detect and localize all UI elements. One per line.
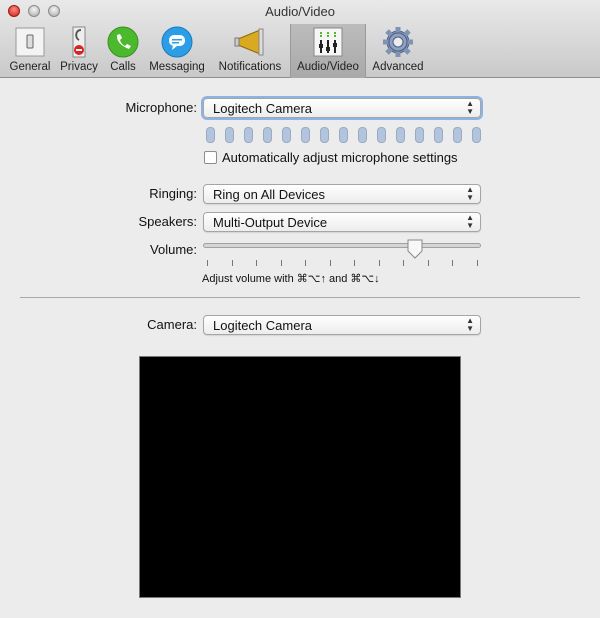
- volume-ticks: [207, 260, 478, 266]
- mic-level-segment: [434, 127, 443, 143]
- volume-tick: [354, 260, 356, 266]
- microphone-value: Logitech Camera: [213, 101, 312, 116]
- mic-level-segment: [282, 127, 291, 143]
- tab-label: Notifications: [218, 61, 282, 73]
- tab-label: Audio/Video: [297, 61, 359, 73]
- volume-slider-thumb[interactable]: [407, 239, 423, 259]
- volume-slider-track[interactable]: [203, 243, 481, 248]
- speakers-label: Speakers:: [138, 214, 197, 229]
- updown-arrows-icon: ▲ ▼: [466, 213, 474, 230]
- mic-level-segment: [339, 127, 348, 143]
- mic-level-segment: [301, 127, 310, 143]
- volume-tick: [256, 260, 258, 266]
- volume-tick: [329, 260, 331, 266]
- tab-label: Privacy: [60, 61, 98, 73]
- tab-general[interactable]: General: [4, 24, 56, 78]
- mic-level-segment: [206, 127, 215, 143]
- tab-label: Messaging: [149, 61, 205, 73]
- volume-tick: [305, 260, 307, 266]
- privacy-icon: [63, 26, 95, 58]
- tab-label: Calls: [110, 61, 136, 73]
- volume-tick: [378, 260, 380, 266]
- tab-messaging[interactable]: Messaging: [146, 24, 208, 78]
- volume-tick: [231, 260, 233, 266]
- window-title: Audio/Video: [265, 4, 335, 19]
- mic-level-segment: [472, 127, 481, 143]
- mixer-icon: [312, 26, 344, 58]
- megaphone-icon: [234, 26, 266, 58]
- mic-level-segment: [225, 127, 234, 143]
- volume-label: Volume:: [150, 242, 197, 257]
- updown-arrows-icon: ▲ ▼: [466, 99, 474, 116]
- chat-bubble-icon: [161, 26, 193, 58]
- tab-privacy[interactable]: Privacy: [58, 24, 100, 78]
- updown-arrows-icon: ▲ ▼: [466, 185, 474, 202]
- speakers-value: Multi-Output Device: [213, 215, 328, 230]
- volume-tick: [280, 260, 282, 266]
- mic-level-meter: [206, 127, 481, 143]
- speakers-select[interactable]: Multi-Output Device ▲ ▼: [203, 212, 481, 232]
- updown-arrows-icon: ▲ ▼: [466, 316, 474, 333]
- title-bar: Audio/Video General Privacy Calls Messag…: [0, 0, 600, 78]
- general-switch-icon: [14, 26, 46, 58]
- camera-value: Logitech Camera: [213, 318, 312, 333]
- mic-level-segment: [244, 127, 253, 143]
- tab-label: Advanced: [372, 61, 424, 73]
- mic-level-segment: [415, 127, 424, 143]
- volume-tick: [403, 260, 405, 266]
- volume-tick: [207, 260, 208, 266]
- separator: [20, 297, 580, 298]
- volume-tick: [452, 260, 454, 266]
- gear-icon: [382, 26, 414, 58]
- volume-tick: [477, 260, 478, 266]
- camera-preview: [139, 356, 461, 598]
- tab-audio-video[interactable]: Audio/Video: [290, 24, 366, 78]
- ringing-value: Ring on All Devices: [213, 187, 325, 202]
- mic-level-segment: [263, 127, 272, 143]
- mic-level-segment: [377, 127, 386, 143]
- tab-calls[interactable]: Calls: [104, 24, 142, 78]
- mic-level-segment: [358, 127, 367, 143]
- tab-notifications[interactable]: Notifications: [212, 24, 288, 78]
- ringing-label: Ringing:: [149, 186, 197, 201]
- auto-adjust-checkbox[interactable]: [204, 151, 217, 164]
- mic-level-segment: [320, 127, 329, 143]
- tab-advanced[interactable]: Advanced: [368, 24, 428, 78]
- volume-tick: [427, 260, 429, 266]
- volume-hint: Adjust volume with ⌘⌥↑ and ⌘⌥↓: [202, 273, 380, 285]
- tab-label: General: [9, 61, 51, 73]
- ringing-select[interactable]: Ring on All Devices ▲ ▼: [203, 184, 481, 204]
- camera-select[interactable]: Logitech Camera ▲ ▼: [203, 315, 481, 335]
- auto-adjust-label[interactable]: Automatically adjust microphone settings: [222, 150, 458, 165]
- phone-icon: [107, 26, 139, 58]
- camera-label: Camera:: [147, 317, 197, 332]
- microphone-label: Microphone:: [125, 100, 197, 115]
- mic-level-segment: [453, 127, 462, 143]
- microphone-select[interactable]: Logitech Camera ▲ ▼: [203, 98, 481, 118]
- mic-level-segment: [396, 127, 405, 143]
